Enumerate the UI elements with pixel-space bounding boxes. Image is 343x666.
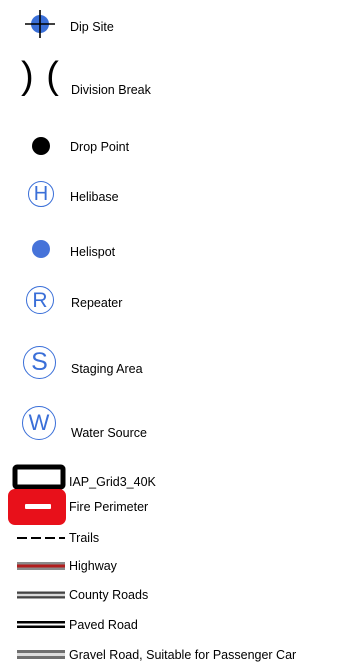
- gray-double-line-icon: [17, 591, 65, 599]
- cased-gray-line-icon: [17, 650, 65, 659]
- red-double-line-icon: [17, 562, 65, 570]
- legend-label: Highway: [69, 559, 117, 573]
- legend-label: Helibase: [70, 190, 119, 204]
- blue-dot-icon: [32, 240, 50, 258]
- legend-label: Helispot: [70, 245, 116, 259]
- helibase-h-icon: H: [28, 181, 54, 207]
- legend-label: Staging Area: [71, 362, 143, 376]
- repeater-r-icon: R: [26, 286, 54, 314]
- legend-label: Gravel Road, Suitable for Passenger Car: [69, 648, 297, 662]
- red-rounded-box-icon: [8, 489, 66, 525]
- legend-label: Drop Point: [70, 140, 130, 154]
- division-break-symbol: ) (: [21, 55, 60, 97]
- dip-site-crosshair-icon: [25, 10, 55, 38]
- legend-panel: { "legend": { "items": [ {"label": "Dip …: [0, 0, 343, 666]
- legend-label: County Roads: [69, 588, 149, 602]
- legend-label: Trails: [69, 531, 100, 545]
- legend-label: Dip Site: [70, 20, 114, 34]
- legend-label: Fire Perimeter: [69, 500, 149, 514]
- black-dot-icon: [32, 137, 50, 155]
- dashed-line-icon: [17, 537, 65, 539]
- staging-area-s-icon: S: [23, 346, 56, 379]
- legend-label: Division Break: [71, 83, 151, 97]
- black-double-line-icon: [17, 621, 65, 628]
- legend-label: Water Source: [71, 426, 147, 440]
- legend-label: IAP_Grid3_40K: [69, 475, 156, 489]
- legend-label: Paved Road: [69, 618, 138, 632]
- legend-label: Repeater: [71, 296, 123, 310]
- water-source-w-icon: W: [22, 406, 56, 440]
